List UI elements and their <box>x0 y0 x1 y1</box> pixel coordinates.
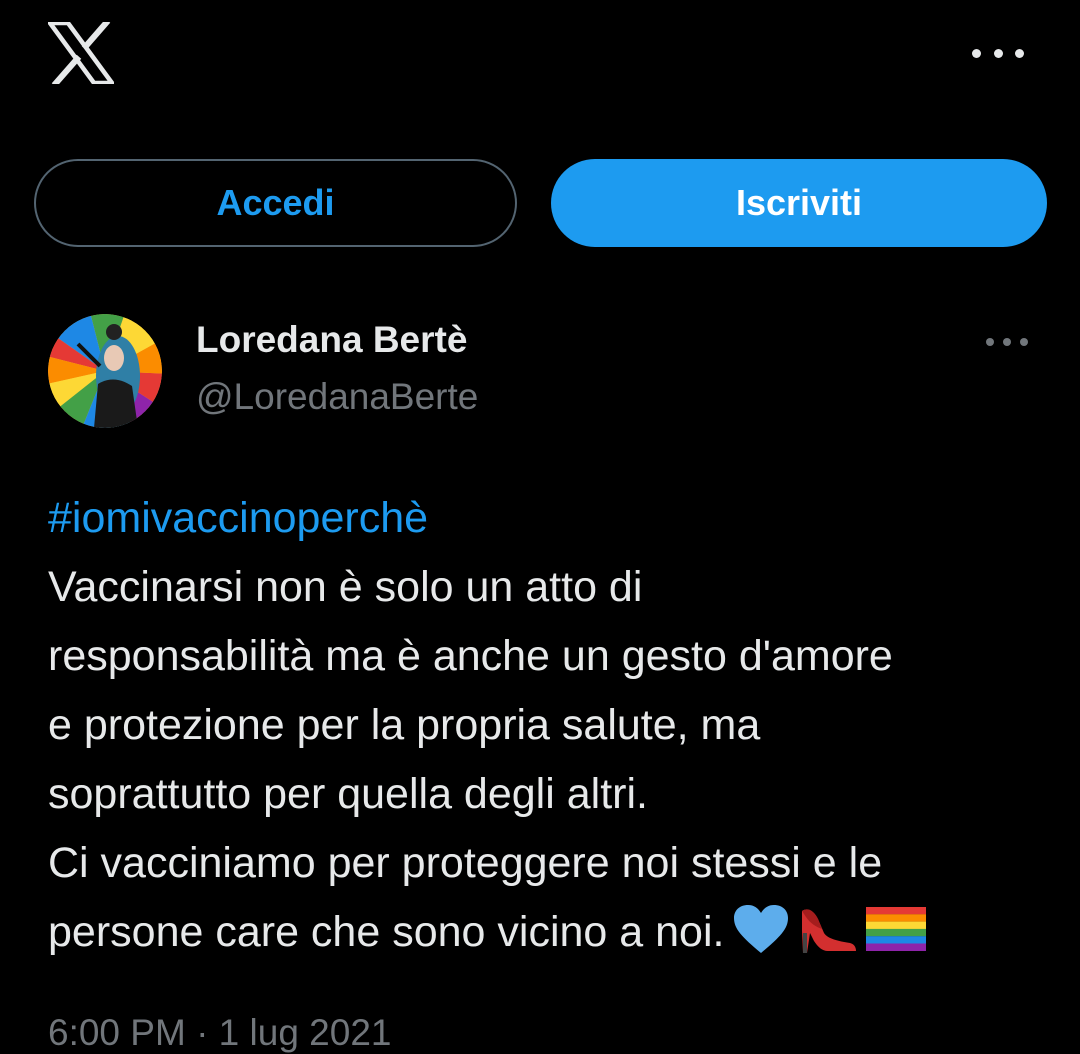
tweet-line: persone care che sono vicino a noi. <box>48 908 725 956</box>
tweet-more-options-icon[interactable] <box>986 331 1028 353</box>
more-options-icon[interactable] <box>972 38 1024 68</box>
rainbow-flag-icon <box>866 906 927 951</box>
signup-button[interactable]: Iscriviti <box>551 159 1047 247</box>
hashtag-link[interactable]: #iomivaccinoperchè <box>48 484 1058 553</box>
dot <box>986 338 994 346</box>
login-button-label: Accedi <box>216 182 335 223</box>
author-display-name[interactable]: Loredana Bertè <box>196 319 467 361</box>
dot <box>1020 338 1028 346</box>
avatar[interactable] <box>48 314 162 428</box>
blue-heart-icon <box>734 904 789 953</box>
signup-button-label: Iscriviti <box>735 182 863 223</box>
dot <box>1003 338 1011 346</box>
dot <box>972 48 981 58</box>
dot <box>1015 48 1024 58</box>
tweet-line: responsabilità ma è anche un gesto d'amo… <box>48 632 893 680</box>
tweet-last-line: persone care che sono vicino a noi. <box>48 898 1058 967</box>
tweet-line: Ci vacciniamo per proteggere noi stessi … <box>48 839 883 887</box>
tweet-line: e protezione per la propria salute, ma <box>48 701 761 749</box>
top-bar <box>0 0 1080 110</box>
dot <box>993 48 1003 58</box>
tweet-line: soprattutto per quella degli altri. <box>48 770 648 818</box>
x-logo-icon[interactable] <box>48 22 114 84</box>
login-button[interactable]: Accedi <box>34 159 517 247</box>
tweet-text: #iomivaccinoperchè Vaccinarsi non è solo… <box>48 484 1058 967</box>
tweet-line: Vaccinarsi non è solo un atto di <box>48 563 643 611</box>
author-handle[interactable]: @LoredanaBerte <box>196 376 478 418</box>
high-heel-icon <box>802 909 857 953</box>
tweet-timestamp[interactable]: 6:00 PM · 1 lug 2021 <box>48 1012 392 1054</box>
